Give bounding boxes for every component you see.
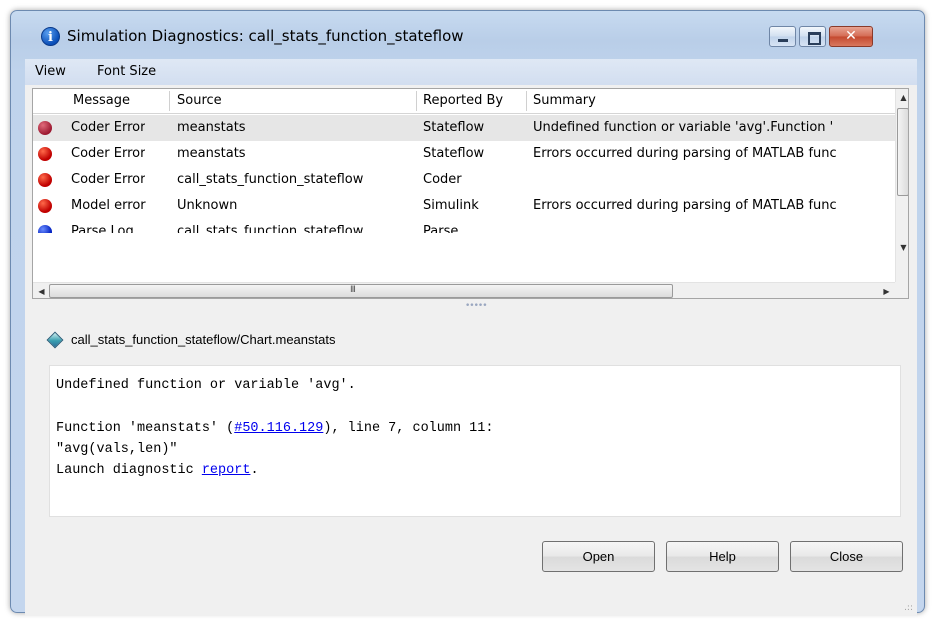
table-row[interactable]: Coder Error call_stats_function_stateflo… [33,167,895,193]
dialog-client-area: View Font Size Message Source Reported B… [25,59,917,616]
table-header: Message Source Reported By Summary [33,89,895,114]
location-link[interactable]: #50.116.129 [234,421,323,436]
diagnostics-window: i Simulation Diagnostics: call_stats_fun… [10,10,925,616]
column-header-summary[interactable]: Summary [529,93,596,108]
row-message: Coder Error [71,172,146,187]
horizontal-scroll-thumb[interactable]: III [49,284,673,298]
row-message: Model error [71,198,146,213]
row-source: call_stats_function_stateflow [177,172,364,187]
detail-line: Function 'meanstats' (#50.116.129), line… [56,421,494,436]
diagnostic-detail-panel: Undefined function or variable 'avg'. Fu… [49,365,901,517]
error-icon [38,173,52,187]
row-reported-by: Stateflow [423,146,485,161]
maximize-button[interactable] [799,26,826,47]
close-button[interactable]: Close [790,541,903,572]
detail-line: Undefined function or variable 'avg'. [56,378,356,393]
row-summary: Errors occurred during parsing of MATLAB… [533,198,837,213]
row-message: Coder Error [71,146,146,161]
close-window-button[interactable]: ✕ [829,26,873,47]
title-bar[interactable]: i Simulation Diagnostics: call_stats_fun… [11,11,924,57]
vertical-scrollbar[interactable]: ▲ ▼ [895,89,908,282]
source-path-text[interactable]: call_stats_function_stateflow/Chart.mean… [71,332,335,347]
minimize-button[interactable] [769,26,796,47]
vertical-scroll-thumb[interactable] [897,108,908,196]
stateflow-chart-icon [46,331,64,349]
row-source: meanstats [177,146,246,161]
resize-grip-icon[interactable]: .:: [904,603,913,613]
scroll-corner [895,282,908,298]
row-reported-by: Simulink [423,198,479,213]
row-summary: Errors occurred during parsing of MATLAB… [533,146,837,161]
splitter-grip-icon[interactable]: ••••• [465,301,488,311]
table-row[interactable]: Coder Error meanstats Stateflow Undefine… [33,115,895,141]
error-icon [38,147,52,161]
row-source: call_stats_function_stateflow [177,224,364,233]
scroll-down-icon[interactable]: ▼ [896,239,908,256]
column-header-reported-by[interactable]: Reported By [419,93,503,108]
row-reported-by: Stateflow [423,120,485,135]
table-row[interactable]: Coder Error meanstats Stateflow Errors o… [33,141,895,167]
row-message: Parse Log [71,224,134,233]
row-reported-by: Coder [423,172,462,187]
help-button[interactable]: Help [666,541,779,572]
detail-line: Launch diagnostic report. [56,463,259,478]
info-icon: i [41,27,60,46]
row-reported-by: Parse [423,224,459,233]
column-header-message[interactable]: Message [69,93,130,108]
table-row[interactable]: Parse Log call_stats_function_stateflow … [33,219,895,233]
menu-view[interactable]: View [35,64,66,79]
scroll-right-icon[interactable]: ▶ [878,283,895,298]
row-source: meanstats [177,120,246,135]
menu-font-size[interactable]: Font Size [97,64,156,79]
window-title: Simulation Diagnostics: call_stats_funct… [67,27,464,45]
close-icon: ✕ [845,28,857,44]
maximize-icon [800,27,825,46]
scroll-left-icon[interactable]: ◀ [33,283,50,298]
open-button[interactable]: Open [542,541,655,572]
diagnostics-table: Message Source Reported By Summary Coder… [32,88,909,299]
info-icon [38,225,52,233]
scroll-grip-icon: III [350,285,356,295]
minimize-icon [770,27,795,46]
column-header-source[interactable]: Source [173,93,222,108]
horizontal-scrollbar[interactable]: ◀ III ▶ [33,282,895,298]
report-link[interactable]: report [202,463,251,478]
scroll-up-icon[interactable]: ▲ [896,89,908,106]
row-summary: Undefined function or variable 'avg'.Fun… [533,120,834,135]
row-message: Coder Error [71,120,146,135]
menu-bar: View Font Size [25,59,917,85]
row-source: Unknown [177,198,238,213]
detail-line: "avg(vals,len)" [56,442,178,457]
error-icon [38,121,52,135]
table-row[interactable]: Model error Unknown Simulink Errors occu… [33,193,895,219]
error-icon [38,199,52,213]
